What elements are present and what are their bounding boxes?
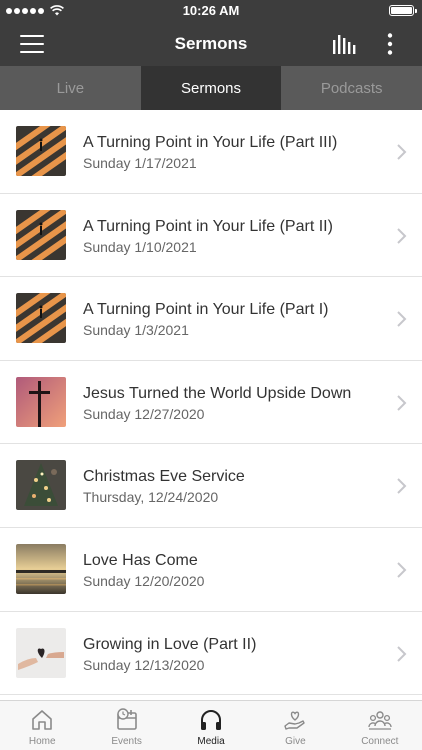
tabbar-home[interactable]: Home <box>0 701 84 750</box>
sermon-title: A Turning Point in Your Life (Part II) <box>83 217 333 235</box>
chevron-right-icon <box>397 645 407 662</box>
crosswalk-icon <box>16 209 66 260</box>
tabbar-events[interactable]: Events <box>84 701 168 750</box>
sermon-title: A Turning Point in Your Life (Part III) <box>83 134 338 151</box>
page-title: Sermons <box>174 34 248 53</box>
sermon-date: Sunday 12/20/2020 <box>83 572 205 589</box>
sermon-title: Growing in Love (Part II) <box>83 635 257 653</box>
media-tabs: Live Sermons Podcasts <box>0 66 422 110</box>
chevron-right-icon <box>397 478 407 495</box>
tabbar-label: Home <box>28 736 56 747</box>
crosswalk-icon <box>16 293 66 344</box>
sermon-title: Love Has Come <box>83 551 198 569</box>
list-item[interactable]: Jesus Turned the World Upside Down Sunda… <box>0 361 422 445</box>
tabbar-label: Events <box>111 736 142 747</box>
chevron-right-icon <box>397 562 407 578</box>
status-time: 10:26 AM <box>182 3 240 18</box>
sermon-date: Thursday, 12/24/2020 <box>83 489 219 506</box>
list-item[interactable]: Christmas Eve Service Thursday, 12/24/20… <box>0 444 422 528</box>
calendar-clock-icon <box>116 708 137 730</box>
list-item[interactable]: A Turning Point in Your Life (Part I) Su… <box>0 277 422 361</box>
home-icon <box>32 710 53 730</box>
tabbar-media[interactable]: Media <box>169 701 253 750</box>
lake-sunset-icon <box>16 543 66 594</box>
audio-bars-icon[interactable] <box>332 34 356 54</box>
sermon-title: Jesus Turned the World Upside Down <box>83 384 352 402</box>
people-group-icon <box>368 711 392 730</box>
tabbar-connect[interactable]: Connect <box>338 701 422 750</box>
tabbar-label: Connect <box>361 736 399 747</box>
tabbar-label: Give <box>285 736 306 747</box>
give-hand-heart-icon <box>284 711 306 730</box>
cross-sunset-icon <box>16 376 66 427</box>
list-item[interactable]: Love Has Come Sunday 12/20/2020 <box>0 528 422 612</box>
list-item[interactable]: A Turning Point in Your Life (Part II) S… <box>0 194 422 278</box>
sermon-date: Sunday 1/17/2021 <box>83 155 197 171</box>
bottom-tab-bar: Home Events Media Give Connect <box>0 700 422 750</box>
tab-sermons[interactable]: Sermons <box>140 66 282 110</box>
heart-hands-icon <box>16 627 66 678</box>
tab-live[interactable]: Live <box>0 66 141 110</box>
chevron-right-icon <box>397 395 407 411</box>
sermon-date: Sunday 1/10/2021 <box>83 238 197 255</box>
sermon-date: Sunday 12/27/2020 <box>83 405 205 422</box>
christmas-tree-icon <box>16 460 66 511</box>
more-options-icon[interactable] <box>378 32 402 56</box>
tab-podcasts[interactable]: Podcasts <box>281 66 422 110</box>
chevron-right-icon <box>397 311 407 327</box>
sermon-list: A Turning Point in Your Life (Part III) … <box>0 110 422 696</box>
list-item[interactable]: Growing in Love (Part II) Sunday 12/13/2… <box>0 612 422 696</box>
sermon-title: A Turning Point in Your Life (Part I) <box>83 301 329 319</box>
list-item[interactable]: A Turning Point in Your Life (Part III) … <box>0 110 422 194</box>
chevron-right-icon <box>397 144 407 160</box>
sermon-title: Christmas Eve Service <box>83 468 245 486</box>
status-bar: 10:26 AM <box>0 0 422 22</box>
tabbar-label: Media <box>197 736 225 747</box>
sermon-date: Sunday 12/13/2020 <box>83 656 205 673</box>
battery-icon <box>389 5 417 16</box>
headphones-icon <box>201 710 222 730</box>
sermon-date: Sunday 1/3/2021 <box>83 322 189 339</box>
crosswalk-icon <box>16 126 66 176</box>
nav-bar: Sermons <box>0 22 422 66</box>
tabbar-give[interactable]: Give <box>253 701 337 750</box>
chevron-right-icon <box>397 227 407 244</box>
